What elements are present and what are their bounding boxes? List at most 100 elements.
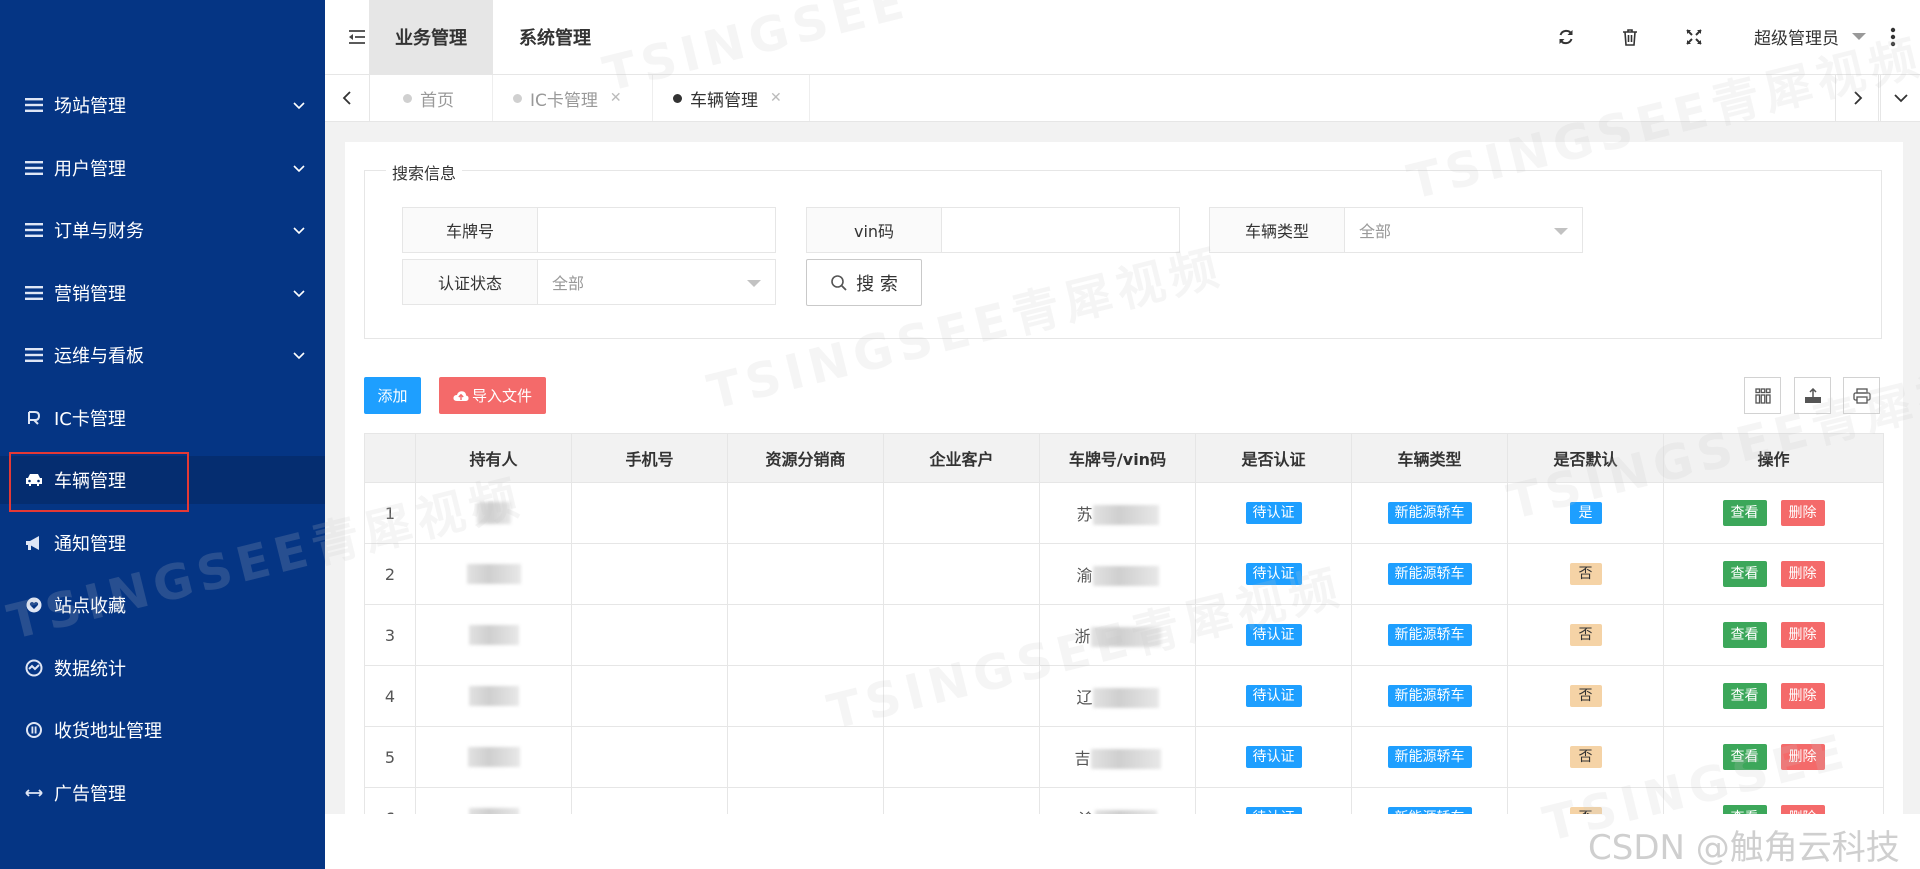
grid-icon bbox=[1754, 387, 1771, 404]
actions-cell: 查看删除 bbox=[1663, 726, 1884, 788]
export-button[interactable] bbox=[1794, 377, 1831, 414]
refresh-icon[interactable] bbox=[1555, 26, 1577, 48]
vehicle-type-badge: 新能源轿车 bbox=[1387, 746, 1472, 768]
plate-field: 车牌号 bbox=[402, 207, 776, 253]
list-icon bbox=[24, 158, 44, 178]
sidebar-item-ic-card[interactable]: IC卡管理 bbox=[0, 394, 325, 442]
auth-status-badge: 待认证 bbox=[1245, 685, 1302, 707]
default-cell: 否 bbox=[1507, 726, 1664, 788]
vin-field: vin码 bbox=[806, 207, 1180, 253]
col-default: 是否默认 bbox=[1507, 433, 1664, 483]
csdn-watermark: CSDN @触角云科技 bbox=[1588, 828, 1900, 868]
table-row[interactable]: 1 苏 待认证 新能源轿车 是 查看 删除 bbox=[364, 482, 1884, 544]
view-button[interactable]: 查看 bbox=[1722, 683, 1767, 709]
delete-button[interactable]: 删除 bbox=[1780, 561, 1825, 587]
vehicle-type-badge: 新能源轿车 bbox=[1387, 563, 1472, 585]
sidebar-item-ops[interactable]: 运维与看板 bbox=[0, 331, 325, 379]
col-actions: 操作 bbox=[1663, 433, 1884, 483]
caret-down-icon[interactable] bbox=[1852, 31, 1866, 41]
owner-cell bbox=[415, 726, 572, 788]
tabs-next-button[interactable] bbox=[1835, 75, 1881, 121]
page-tab-label: IC卡管理 bbox=[530, 90, 598, 111]
certified-cell: 待认证 bbox=[1195, 482, 1352, 544]
sidebar-item-label: IC卡管理 bbox=[54, 409, 126, 430]
menu-toggle-icon[interactable] bbox=[347, 27, 367, 47]
distributor-cell bbox=[727, 665, 884, 727]
plate-cell: 辽 bbox=[1039, 665, 1196, 727]
page-tab-ic-card[interactable]: IC卡管理 ✕ bbox=[493, 75, 653, 121]
blurred-plate bbox=[1092, 505, 1159, 526]
sidebar-item-users[interactable]: 用户管理 bbox=[0, 144, 325, 192]
view-button[interactable]: 查看 bbox=[1722, 561, 1767, 587]
tabs-prev-button[interactable] bbox=[325, 75, 370, 121]
vin-label: vin码 bbox=[806, 207, 942, 253]
row-index: 5 bbox=[364, 726, 416, 788]
close-icon[interactable]: ✕ bbox=[770, 90, 782, 106]
megaphone-icon bbox=[24, 533, 44, 553]
table-row[interactable]: 3 浙 待认证 新能源轿车 否 查看 删除 bbox=[364, 604, 1884, 666]
delete-button[interactable]: 删除 bbox=[1780, 744, 1825, 770]
sidebar-item-notifications[interactable]: 通知管理 bbox=[0, 519, 325, 567]
tab-business[interactable]: 业务管理 bbox=[369, 0, 493, 74]
auth-status-badge: 待认证 bbox=[1245, 624, 1302, 646]
phone-cell bbox=[571, 726, 728, 788]
sidebar-item-ads[interactable]: 广告管理 bbox=[0, 769, 325, 817]
plate-prefix: 辽 bbox=[1076, 687, 1093, 707]
auth-status-select[interactable]: 全部 bbox=[538, 259, 776, 305]
table-row[interactable]: 2 渝 待认证 新能源轿车 否 查看 删除 bbox=[364, 543, 1884, 605]
table-row[interactable]: 4 辽 待认证 新能源轿车 否 查看 删除 bbox=[364, 665, 1884, 727]
vehicle-type-badge: 新能源轿车 bbox=[1387, 624, 1472, 646]
col-owner: 持有人 bbox=[415, 433, 572, 483]
blurred-owner bbox=[467, 747, 520, 768]
type-cell: 新能源轿车 bbox=[1351, 665, 1508, 727]
page-tab-home[interactable]: 首页 bbox=[403, 75, 493, 121]
blurred-owner bbox=[468, 625, 519, 646]
auth-status-badge: 待认证 bbox=[1245, 746, 1302, 768]
table-row[interactable]: 5 吉 待认证 新能源轿车 否 查看 删除 bbox=[364, 726, 1884, 788]
vehicle-type-label: 车辆类型 bbox=[1209, 207, 1345, 253]
sidebar-item-label: 用户管理 bbox=[54, 159, 126, 180]
search-button[interactable]: 搜 索 bbox=[806, 259, 922, 306]
plate-cell: 吉 bbox=[1039, 726, 1196, 788]
print-button[interactable] bbox=[1843, 377, 1880, 414]
delete-button[interactable]: 删除 bbox=[1780, 500, 1825, 526]
import-file-button[interactable]: 导入文件 bbox=[439, 377, 546, 414]
export-icon bbox=[1804, 387, 1821, 403]
view-button[interactable]: 查看 bbox=[1722, 744, 1767, 770]
trash-icon[interactable] bbox=[1619, 26, 1641, 48]
user-name[interactable]: 超级管理员 bbox=[1754, 24, 1839, 49]
columns-toggle-button[interactable] bbox=[1744, 377, 1781, 414]
vin-input[interactable] bbox=[942, 207, 1180, 253]
sidebar-item-address[interactable]: 收货地址管理 bbox=[0, 706, 325, 754]
sidebar-item-label: 场站管理 bbox=[54, 96, 126, 117]
vehicle-type-select[interactable]: 全部 bbox=[1345, 207, 1583, 253]
sidebar-item-station[interactable]: 场站管理 bbox=[0, 81, 325, 129]
sidebar-item-orders[interactable]: 订单与财务 bbox=[0, 206, 325, 254]
list-icon bbox=[24, 95, 44, 115]
select-arrow-icon bbox=[747, 280, 761, 287]
blurred-plate bbox=[1090, 749, 1161, 770]
enterprise-cell bbox=[883, 604, 1040, 666]
list-icon bbox=[24, 283, 44, 303]
add-button[interactable]: 添加 bbox=[364, 377, 421, 414]
sidebar-item-statistics[interactable]: 数据统计 bbox=[0, 644, 325, 692]
print-icon bbox=[1852, 387, 1871, 404]
fullscreen-icon[interactable] bbox=[1683, 26, 1705, 48]
view-button[interactable]: 查看 bbox=[1722, 500, 1767, 526]
row-index: 1 bbox=[364, 482, 416, 544]
more-vertical-icon[interactable] bbox=[1890, 27, 1896, 47]
plate-input[interactable] bbox=[538, 207, 776, 253]
chevron-down-icon bbox=[293, 352, 305, 360]
view-button[interactable]: 查看 bbox=[1722, 622, 1767, 648]
page-tab-vehicles[interactable]: 车辆管理 ✕ bbox=[653, 75, 810, 121]
certified-cell: 待认证 bbox=[1195, 726, 1352, 788]
delete-button[interactable]: 删除 bbox=[1780, 683, 1825, 709]
sidebar-item-marketing[interactable]: 营销管理 bbox=[0, 269, 325, 317]
close-icon[interactable]: ✕ bbox=[610, 90, 622, 106]
delete-button[interactable]: 删除 bbox=[1780, 622, 1825, 648]
sidebar-item-favorites[interactable]: 站点收藏 bbox=[0, 581, 325, 629]
tabs-menu-button[interactable] bbox=[1878, 75, 1920, 121]
tab-system[interactable]: 系统管理 bbox=[493, 0, 617, 74]
actions-cell: 查看删除 bbox=[1663, 604, 1884, 666]
top-header: 业务管理 系统管理 超级管理员 bbox=[325, 0, 1920, 75]
